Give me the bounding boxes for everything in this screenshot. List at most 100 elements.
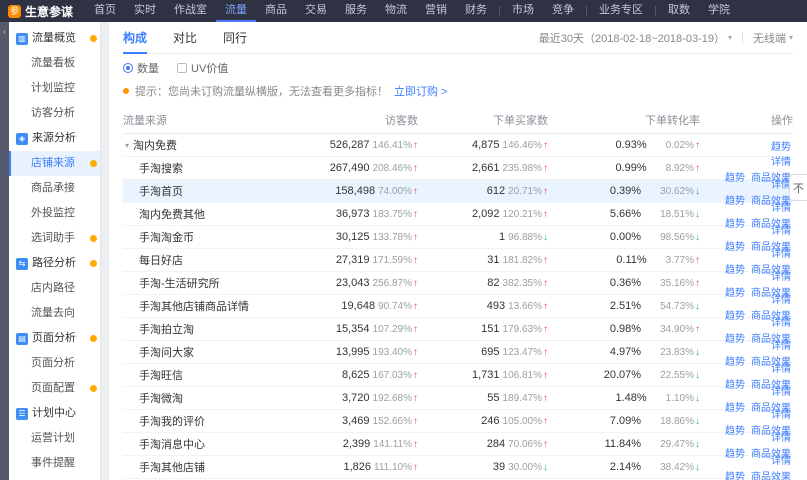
conversion-cell: 0.39%30.62%↓ [548,185,700,197]
order-now-link[interactable]: 立即订购 > [394,83,447,99]
source-name-cell: 手淘其他店铺 [123,459,303,475]
view-option-1[interactable]: 数量 [123,60,159,76]
product-effect-link[interactable]: 商品效果 [751,468,791,480]
source-name-cell: 手淘拍立淘 [123,321,303,337]
table-row[interactable]: 手淘微淘3,720192.68%↑55189.47%↑1.48%1.10%↓详情… [123,387,793,410]
table-row[interactable]: 手淘淘金币30,125133.78%↑196.88%↓0.00%98.56%↓详… [123,226,793,249]
trend-link[interactable]: 趋势 [725,468,745,480]
column-header-3: 下单买家数 [418,112,548,128]
table-row[interactable]: 手淘我的评价3,469152.66%↑246105.00%↑7.09%18.86… [123,410,793,433]
detail-link[interactable]: 详情 [771,245,791,260]
notification-dot-icon [90,235,97,242]
metric-change: 106.81% [503,370,542,381]
detail-link[interactable]: 详情 [771,406,791,421]
sidebar-item-11[interactable]: 店内路径 [9,276,100,301]
table-row[interactable]: 淘内免费其他36,973183.75%↑2,092120.21%↑5.66%18… [123,203,793,226]
sidebar-item-4[interactable]: 访客分析 [9,101,100,126]
table-row[interactable]: 手淘其他店铺1,826111.10%↑3930.00%↓2.14%38.42%↓… [123,456,793,479]
terminal-dropdown[interactable]: 无线端 ▾ [753,30,793,46]
nav-item-8[interactable]: 物流 [376,0,416,22]
nav-item-15[interactable]: 学院 [699,0,739,22]
nav-item-5[interactable]: 商品 [256,0,296,22]
sidebar-item-label: 页面分析 [32,326,76,351]
terminal-label: 无线端 [753,30,786,46]
nav-item-6[interactable]: 交易 [296,0,336,22]
table-row[interactable]: 手淘拍立淘15,354107.29%↑151179.63%↑0.98%34.90… [123,318,793,341]
app-logo[interactable]: 参 生意参谋 [8,3,73,20]
conversion-cell: 5.66%18.51%↓ [548,208,700,220]
sidebar-item-14[interactable]: 页面分析 [9,351,100,376]
path-icon: ⇆ [16,258,28,270]
nav-item-1[interactable]: 首页 [85,0,125,22]
table-row[interactable]: 手淘其他店铺商品详情19,64890.74%↑49313.66%↑2.51%54… [123,295,793,318]
sidebar-item-2[interactable]: 流量看板 [9,51,100,76]
detail-link[interactable]: 详情 [771,176,791,191]
source-name: 淘内免费其他 [139,206,205,222]
detail-link[interactable]: 详情 [771,199,791,214]
table-row[interactable]: 手淘问大家13,995193.40%↑695123.47%↑4.97%23.83… [123,341,793,364]
nav-item-7[interactable]: 服务 [336,0,376,22]
sidebar-item-12[interactable]: 流量去向 [9,301,100,326]
sidebar-item-15[interactable]: 页面配置 [9,376,100,401]
left-collapse-strip[interactable]: ‹ [0,22,9,480]
metric-value: 246 [481,415,499,427]
sidebar-menu: ▥流量概览流量看板计划监控访客分析◈来源分析店铺来源商品承接外投监控选词助手 ⇆路… [9,22,101,480]
table-row[interactable]: 手淘-生活研究所23,043256.87%↑82382.35%↑0.36%35.… [123,272,793,295]
source-name: 每日好店 [139,252,183,268]
metric-change: 141.11% [373,439,412,450]
detail-link[interactable]: 详情 [771,153,791,168]
date-range-dropdown[interactable]: 最近30天（2018-02-18~2018-03-19） ▾ [539,30,732,46]
detail-link[interactable]: 详情 [771,429,791,444]
metric-change: 13.66% [508,301,542,312]
tab-2[interactable]: 对比 [173,22,197,54]
nav-item-4[interactable]: 流量 [216,0,256,22]
view-option-2[interactable]: UV价值 [177,60,228,76]
metric-cell: 267,490208.46%↑ [303,162,418,174]
detail-link[interactable]: 详情 [771,268,791,283]
tab-1[interactable]: 构成 [123,22,147,54]
nav-item-9[interactable]: 营销 [416,0,456,22]
sidebar-item-label: 选词助手 [31,232,75,244]
metric-change: 20.71% [508,186,542,197]
detail-link[interactable]: 详情 [771,291,791,306]
expand-caret-icon[interactable]: ▾ [125,141,129,150]
metric-change: 105.00% [503,416,542,427]
sidebar-item-18[interactable]: 事件提醒 [9,451,100,476]
detail-link[interactable]: 详情 [771,360,791,375]
nav-item-14[interactable]: 取数 [659,0,699,22]
sidebar-item-9[interactable]: 选词助手 [9,226,100,251]
sidebar-item-13[interactable]: ▤页面分析 [9,326,100,351]
sidebar-item-17[interactable]: 运营计划 [9,426,100,451]
nav-item-11[interactable]: 市场 [503,0,543,22]
sidebar-item-3[interactable]: 计划监控 [9,76,100,101]
table-row[interactable]: 手淘搜索267,490208.46%↑2,661235.98%↑0.99%8.9… [123,157,793,180]
sidebar-item-10[interactable]: ⇆路径分析 [9,251,100,276]
metric-change: 181.82% [503,255,542,266]
detail-link[interactable]: 详情 [771,314,791,329]
feedback-side-tab[interactable]: 不 [789,174,807,201]
nav-item-3[interactable]: 作战室 [165,0,216,22]
metric-cell: 13,995193.40%↑ [303,346,418,358]
table-row[interactable]: ▾淘内免费526,287146.41%↑4,875146.46%↑0.93%0.… [123,134,793,157]
tab-3[interactable]: 同行 [223,22,247,54]
table-row[interactable]: 手淘旺信8,625167.03%↑1,731106.81%↑20.07%22.5… [123,364,793,387]
sidebar-item-16[interactable]: ☰计划中心 [9,401,100,426]
detail-link[interactable]: 详情 [771,337,791,352]
nav-item-2[interactable]: 实时 [125,0,165,22]
sidebar-item-8[interactable]: 外投监控 [9,201,100,226]
nav-item-12[interactable]: 竞争 [543,0,583,22]
sidebar-item-1[interactable]: ▥流量概览 [9,26,100,51]
nav-item-13[interactable]: 业务专区 [590,0,652,22]
table-row[interactable]: 手淘消息中心2,399141.11%↑28470.06%↑11.84%29.47… [123,433,793,456]
detail-link[interactable]: 详情 [771,222,791,237]
sidebar-item-6[interactable]: 店铺来源 [9,151,100,176]
nav-item-10[interactable]: 财务 [456,0,496,22]
table-row[interactable]: 每日好店27,319171.59%↑31181.82%↑0.11%3.77%↑详… [123,249,793,272]
detail-link[interactable]: 详情 [771,383,791,398]
sidebar-item-5[interactable]: ◈来源分析 [9,126,100,151]
table-row[interactable]: 手淘首页158,49874.00%↑61220.71%↑0.39%30.62%↓… [123,180,793,203]
detail-link[interactable]: 详情 [771,452,791,467]
view-option-label: 数量 [137,60,159,76]
sidebar-item-7[interactable]: 商品承接 [9,176,100,201]
trend-link[interactable]: 趋势 [771,138,791,153]
